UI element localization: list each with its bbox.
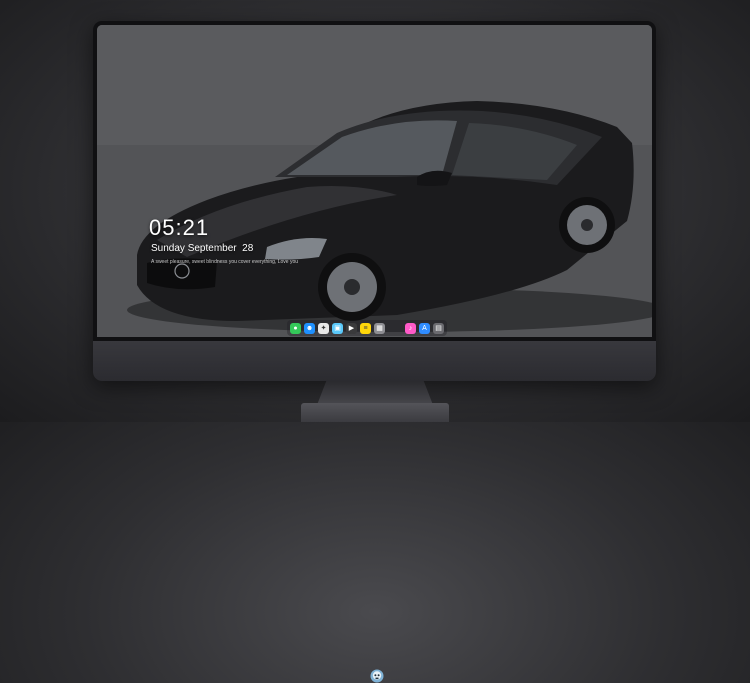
- notes-icon[interactable]: ≡: [360, 322, 371, 334]
- dock: ● ☻ ✦ ▣ ▶ ≡ ▦ ♪ A ▤: [287, 320, 447, 336]
- preview-icon[interactable]: ▣: [332, 322, 343, 334]
- trash-icon[interactable]: ▤: [433, 322, 444, 334]
- monitor-stand-base: [301, 403, 449, 422]
- skull-logo-icon: [370, 669, 384, 683]
- clapper-icon[interactable]: ▶: [346, 322, 357, 334]
- lockscreen-time: 05:21: [149, 215, 210, 240]
- monitor-stand-neck: [317, 381, 433, 405]
- itunes-icon[interactable]: ♪: [405, 322, 416, 334]
- safari-icon[interactable]: ✦: [318, 322, 329, 334]
- finder-icon[interactable]: ☻: [304, 322, 315, 334]
- photos-icon[interactable]: ▦: [374, 322, 385, 334]
- app-store-icon[interactable]: A: [419, 322, 430, 334]
- lockscreen-quote: A sweet pleasure, sweet blindness you co…: [151, 259, 299, 265]
- messages-icon[interactable]: ●: [290, 322, 301, 334]
- lockscreen-date: Sunday September 28: [151, 243, 254, 254]
- wallpaper-car: [97, 25, 652, 337]
- screen: 05:21 Sunday September 28 A sweet pleasu…: [97, 25, 652, 337]
- monitor-chin: [93, 341, 656, 683]
- monitor: 05:21 Sunday September 28 A sweet pleasu…: [93, 21, 656, 683]
